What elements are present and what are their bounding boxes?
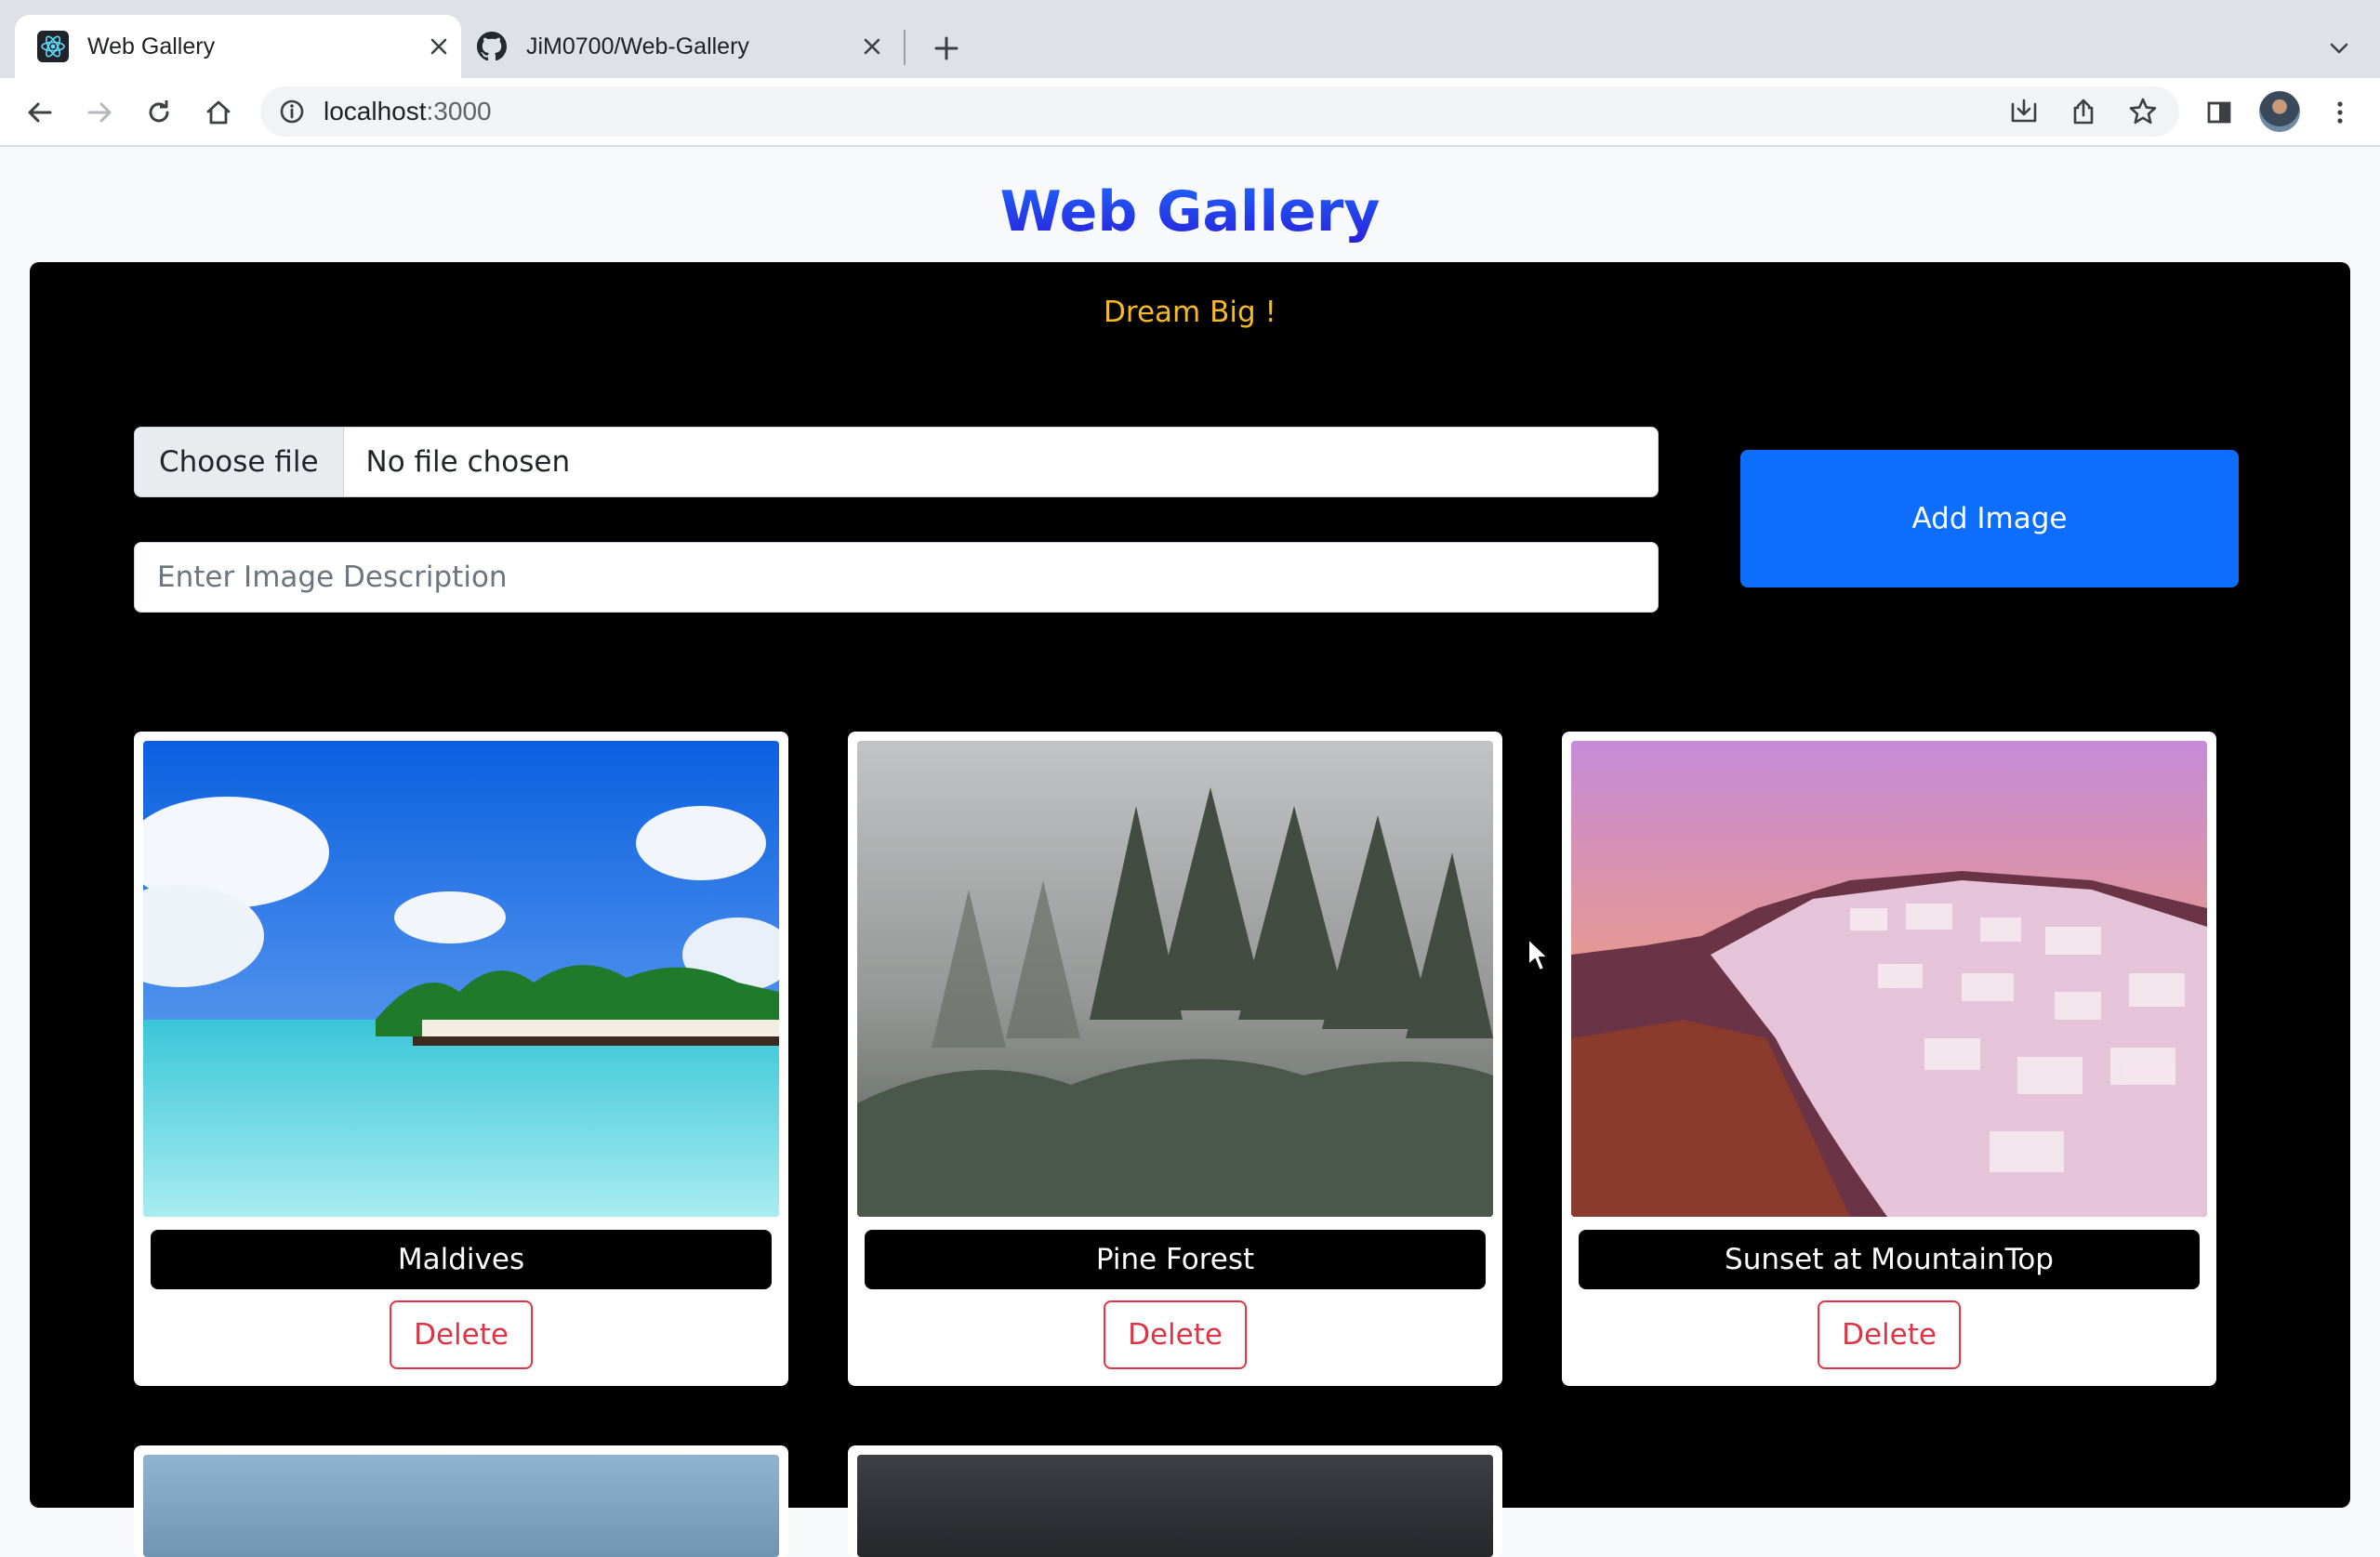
gallery-card: Pine Forest Delete <box>848 732 1502 1386</box>
file-input[interactable]: Choose file No file chosen <box>134 427 1659 497</box>
choose-file-button[interactable]: Choose file <box>135 428 344 496</box>
gallery-card: Maldives Delete <box>134 732 788 1386</box>
gallery-card: Sunset at MountainTop Delete <box>1562 732 2216 1386</box>
react-icon <box>37 31 69 62</box>
mouse-cursor-icon <box>1527 937 1551 978</box>
tab-title: Web Gallery <box>87 33 216 59</box>
image-caption: Sunset at MountainTop <box>1579 1230 2200 1289</box>
forward-arrow-icon[interactable] <box>78 91 121 134</box>
tab-separator <box>904 30 906 65</box>
close-icon[interactable] <box>422 30 456 63</box>
tab-strip: Web Gallery JiM0700/Web-Gallery <box>0 0 2380 78</box>
tagline: Dream Big ! <box>1104 296 1276 329</box>
page-title: Web Gallery <box>0 175 2380 249</box>
gallery-photo <box>143 1455 779 1557</box>
tab-github-repo[interactable]: JiM0700/Web-Gallery <box>476 15 894 78</box>
share-icon[interactable] <box>2062 86 2105 137</box>
tab-title: JiM0700/Web-Gallery <box>526 33 749 59</box>
close-icon[interactable] <box>855 30 889 63</box>
side-panel-icon[interactable] <box>2198 91 2241 134</box>
home-icon[interactable] <box>197 91 240 134</box>
install-app-icon[interactable] <box>2003 86 2045 137</box>
reload-icon[interactable] <box>138 91 180 134</box>
image-caption: Maldives <box>151 1230 772 1289</box>
add-image-button[interactable]: Add Image <box>1740 450 2239 587</box>
gallery-card <box>134 1445 788 1557</box>
delete-button[interactable]: Delete <box>390 1300 533 1369</box>
address-bar[interactable]: localhost:3000 <box>260 86 2179 137</box>
gallery-panel: Dream Big ! Choose file No file chosen A… <box>30 262 2350 1557</box>
browser-toolbar: localhost:3000 <box>0 78 2380 147</box>
maldives-photo <box>143 741 779 1217</box>
chevron-down-icon[interactable] <box>2319 28 2360 69</box>
description-input[interactable] <box>134 542 1659 613</box>
pine-forest-photo <box>857 741 1493 1217</box>
delete-button[interactable]: Delete <box>1818 1300 1961 1369</box>
tab-web-gallery[interactable]: Web Gallery <box>15 15 461 78</box>
bookmark-star-icon[interactable] <box>2122 86 2164 137</box>
gallery-card <box>848 1445 1502 1557</box>
profile-avatar[interactable] <box>2259 91 2300 132</box>
url-text: localhost:3000 <box>324 97 492 125</box>
more-menu-icon[interactable] <box>2319 91 2361 134</box>
github-icon <box>476 31 508 62</box>
new-tab-plus-icon[interactable] <box>926 28 967 69</box>
image-caption: Pine Forest <box>865 1230 1486 1289</box>
site-info-icon[interactable] <box>273 93 311 130</box>
delete-button[interactable]: Delete <box>1104 1300 1247 1369</box>
gallery-photo <box>857 1455 1493 1557</box>
back-arrow-icon[interactable] <box>19 91 61 134</box>
file-status: No file chosen <box>365 445 571 479</box>
sunset-photo <box>1571 741 2207 1217</box>
